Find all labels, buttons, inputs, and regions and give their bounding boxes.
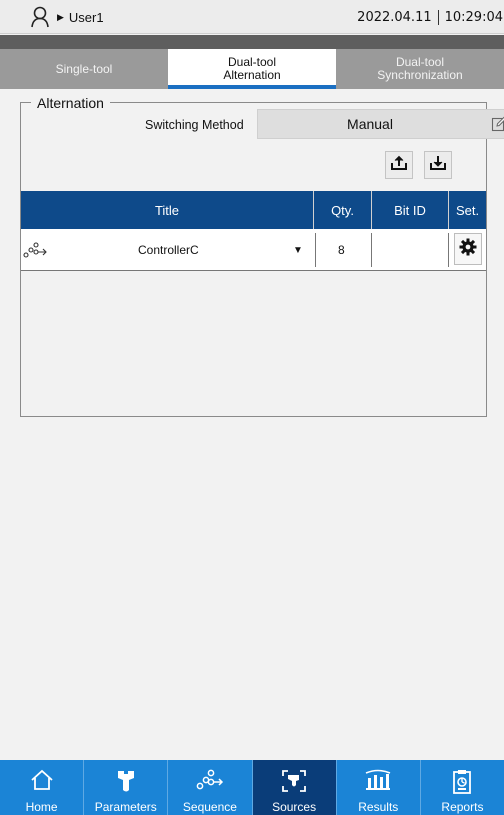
download-icon — [429, 155, 447, 176]
status-bar: ▶ User1 2022.04.11 10:29:04 — [0, 0, 504, 34]
tab-label-line2: Synchronization — [377, 68, 463, 82]
results-icon — [364, 769, 392, 796]
nav-sequence[interactable]: Sequence — [168, 760, 253, 815]
play-arrow-icon: ▶ — [57, 11, 64, 22]
switching-method-label: Switching Method — [145, 118, 244, 132]
nav-label: Reports — [441, 800, 484, 814]
upload-button[interactable] — [385, 151, 413, 179]
date-text: 2022.04.11 — [357, 9, 439, 25]
reports-icon — [451, 769, 473, 800]
qty-value[interactable]: 8 — [338, 233, 345, 267]
col-set: Set. — [455, 202, 480, 218]
nav-label: Home — [25, 800, 58, 814]
nav-label: Results — [358, 800, 399, 814]
group-legend: Alternation — [31, 95, 110, 111]
time-text: 10:29:04 — [444, 9, 503, 25]
gear-icon — [459, 238, 477, 261]
nav-parameters[interactable]: Parameters — [84, 760, 169, 815]
controller-name: ControllerC — [138, 243, 199, 257]
nav-sources[interactable]: Sources — [252, 760, 337, 815]
col-bit-id: Bit ID — [372, 191, 449, 229]
col-qty: Qty. — [314, 191, 372, 229]
cell-divider — [448, 233, 449, 267]
table-header: Title Qty. Bit ID Set. — [21, 191, 486, 229]
user-name: User1 — [68, 9, 104, 25]
home-icon — [30, 769, 54, 796]
mode-tabs: Single-tool Dual-tool Alternation Dual-t… — [0, 49, 504, 89]
nav-label: Sequence — [182, 800, 237, 814]
tab-dual-tool-alternation[interactable]: Dual-tool Alternation — [168, 49, 336, 89]
cell-divider — [371, 233, 372, 267]
header-divider-band — [0, 35, 504, 49]
user-icon — [30, 6, 50, 28]
tab-dual-tool-synchronization[interactable]: Dual-tool Synchronization — [336, 49, 504, 89]
tab-label: Single-tool — [55, 61, 113, 76]
dropdown-caret-icon[interactable]: ▼ — [293, 233, 303, 267]
cell-divider — [315, 233, 316, 267]
wrench-icon — [115, 769, 137, 798]
download-button[interactable] — [424, 151, 452, 179]
nav-label: Sources — [272, 800, 317, 814]
nav-label: Parameters — [94, 800, 157, 814]
user-indicator[interactable]: ▶ User1 — [30, 4, 104, 30]
col-title: Title — [21, 191, 314, 229]
datetime: 2022.04.11 10:29:04 — [357, 4, 504, 30]
switching-method-value: Manual — [347, 116, 393, 132]
nav-reports[interactable]: Reports — [421, 760, 504, 815]
tab-label-line2: Alternation — [223, 68, 281, 82]
edit-icon[interactable] — [491, 116, 504, 137]
sources-icon — [281, 769, 307, 798]
nav-results[interactable]: Results — [337, 760, 421, 815]
nav-home[interactable]: Home — [0, 760, 85, 815]
tab-single-tool[interactable]: Single-tool — [0, 49, 168, 89]
sequence-icon — [196, 769, 224, 796]
sequence-icon — [23, 233, 49, 267]
table-row[interactable]: ControllerC ▼ 8 — [21, 229, 486, 271]
alternation-group: Alternation Switching Method Manual Titl… — [20, 95, 504, 417]
switching-method-field[interactable]: Manual — [257, 109, 504, 139]
bottom-nav: Home Parameters Sequence Sources Results… — [0, 760, 504, 815]
upload-icon — [390, 155, 408, 176]
settings-button[interactable] — [454, 233, 482, 265]
